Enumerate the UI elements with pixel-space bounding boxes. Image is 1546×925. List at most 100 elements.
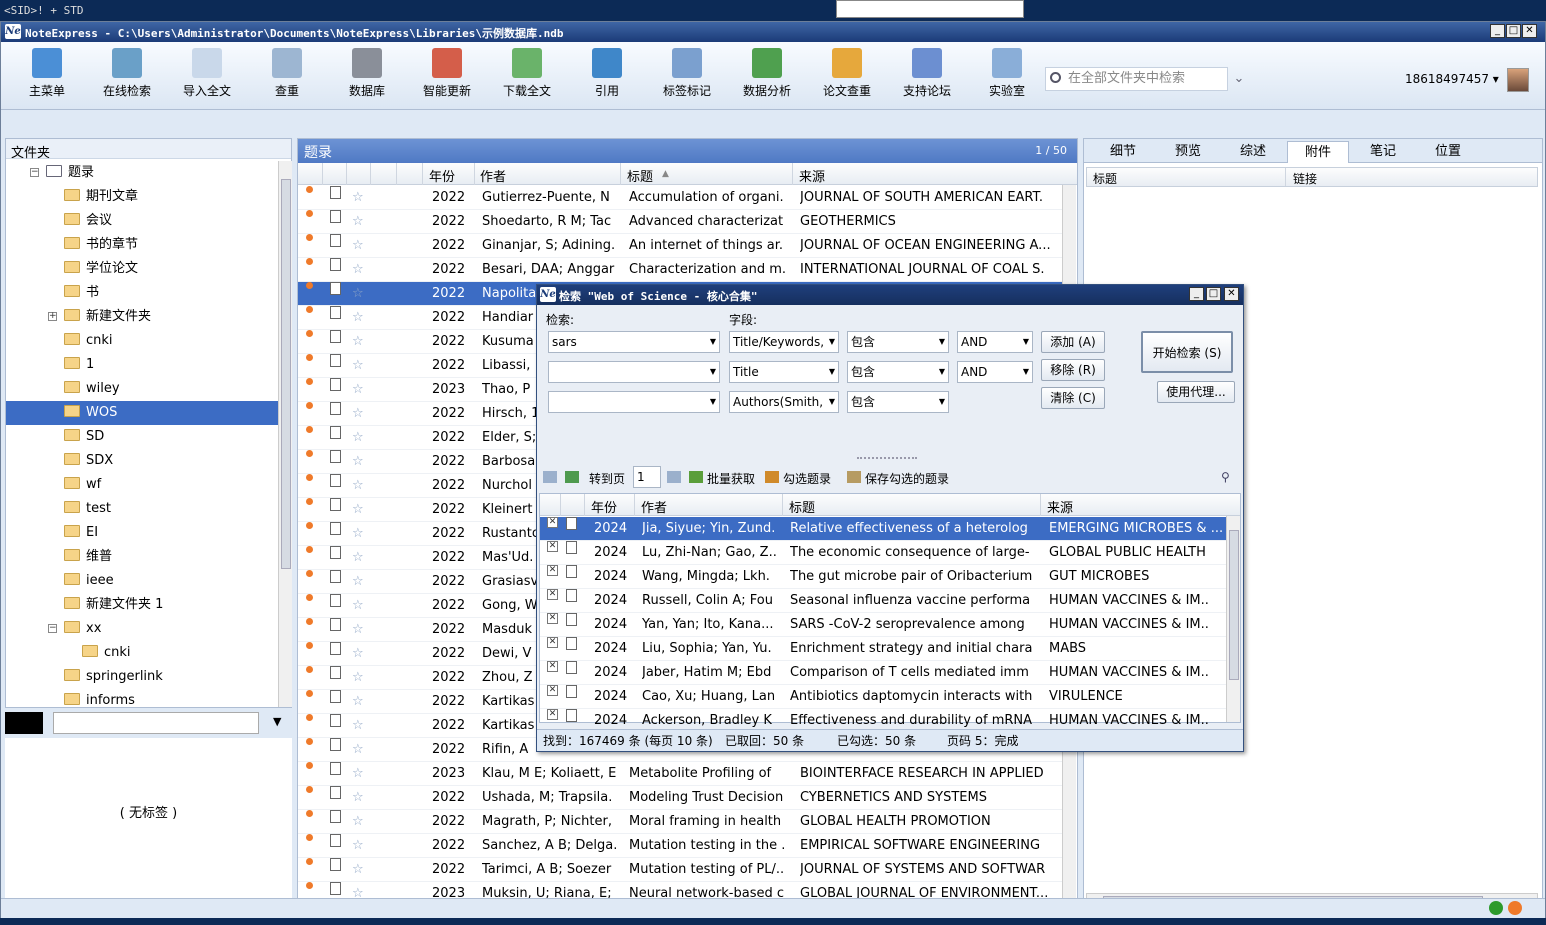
result-column-year[interactable]: 年份 (591, 497, 617, 516)
star-icon[interactable]: ☆ (352, 786, 364, 810)
tab-1[interactable]: 预览 (1157, 141, 1219, 163)
table-row[interactable]: ☆ 2022 Ushada, M; Trapsila. Modeling Trust … (298, 786, 1062, 810)
star-icon[interactable]: ☆ (352, 330, 364, 354)
page-number-input[interactable]: 1 (633, 466, 661, 488)
star-icon[interactable]: ☆ (352, 450, 364, 474)
row-checkbox[interactable]: ✕ (547, 589, 558, 600)
batch-fetch-button[interactable]: 批量获取 (707, 470, 755, 487)
tab-5[interactable]: 位置 (1417, 141, 1479, 163)
table-row[interactable]: ☆ 2022 Shoedarto, R M; Tac Advanced charact… (298, 210, 1062, 234)
toolbar-button-9[interactable]: 数据分析 (735, 48, 799, 99)
check-records-button[interactable]: 勾选题录 (783, 470, 831, 487)
toolbar-button-2[interactable]: 导入全文 (175, 48, 239, 99)
tree-item[interactable]: + 新建文件夹 (6, 305, 278, 329)
result-row[interactable]: ✕ 2024 Yan, Yan; Ito, Kana... SARS -CoV-2 s… (540, 613, 1226, 637)
check-records-icon[interactable] (765, 471, 779, 483)
toolbar-button-1[interactable]: 在线检索 (95, 48, 159, 99)
result-column-source[interactable]: 来源 (1047, 497, 1073, 516)
tree-item[interactable]: 书的章节 (6, 233, 278, 257)
search-term-input[interactable]: sars ▼ (548, 331, 720, 353)
tree-item[interactable]: cnki (6, 641, 278, 665)
star-icon[interactable]: ☆ (352, 426, 364, 450)
search-term-input[interactable]: ▼ (548, 361, 720, 383)
star-icon[interactable]: ☆ (352, 234, 364, 258)
star-icon[interactable]: ☆ (352, 474, 364, 498)
field-select[interactable]: Title ▼ (729, 361, 839, 383)
goto-page-icon[interactable] (565, 471, 579, 483)
minimize-button[interactable]: _ (1490, 24, 1505, 38)
expand-toggle-icon[interactable]: + (48, 312, 57, 321)
dialog-maximize-button[interactable]: □ (1206, 287, 1221, 301)
logic-select[interactable]: AND ▼ (957, 361, 1033, 383)
expand-toggle-icon[interactable]: − (48, 624, 57, 633)
row-checkbox[interactable]: ✕ (547, 685, 558, 696)
attachment-column-link[interactable]: 链接 (1293, 170, 1317, 187)
star-icon[interactable]: ☆ (352, 666, 364, 690)
result-row[interactable]: ✕ 2024 Lu, Zhi-Nan; Gao, Z.. The economic c… (540, 541, 1226, 565)
tree-item[interactable]: springerlink (6, 665, 278, 689)
logic-select[interactable]: AND ▼ (957, 331, 1033, 353)
tab-0[interactable]: 细节 (1092, 141, 1154, 163)
tab-3[interactable]: 附件 (1287, 141, 1349, 163)
save-checked-button[interactable]: 保存勾选的题录 (865, 470, 949, 487)
toolbar-button-10[interactable]: 论文查重 (815, 48, 879, 99)
star-icon[interactable]: ☆ (352, 258, 364, 282)
table-row[interactable]: ☆ 2022 Besari, DAA; Anggar Characterization… (298, 258, 1062, 282)
toolbar-button-0[interactable]: 主菜单 (15, 48, 79, 99)
star-icon[interactable]: ☆ (352, 306, 364, 330)
star-icon[interactable]: ☆ (352, 210, 364, 234)
column-source[interactable]: 来源 (799, 166, 825, 185)
prev-page-icon[interactable] (543, 471, 557, 483)
table-row[interactable]: ☆ 2022 Ginanjar, S; Adining. An internet of… (298, 234, 1062, 258)
tree-item[interactable]: − xx (6, 617, 278, 641)
tag-dropdown-chevron-icon[interactable]: ▼ (273, 715, 281, 728)
tree-item[interactable]: − 题录 (6, 161, 278, 185)
clear-button[interactable]: 清除 (C) (1041, 387, 1105, 409)
avatar[interactable] (1507, 68, 1529, 92)
result-row[interactable]: ✕ 2024 Liu, Sophia; Yan, Yu. Enrichment str… (540, 637, 1226, 661)
tree-item[interactable]: 维普 (6, 545, 278, 569)
toolbar-button-8[interactable]: 标签标记 (655, 48, 719, 99)
tree-item[interactable]: SD (6, 425, 278, 449)
table-row[interactable]: ☆ 2022 Gutierrez-Puente, N Accumulation of … (298, 186, 1062, 210)
next-page-icon[interactable] (667, 471, 681, 483)
star-icon[interactable]: ☆ (352, 402, 364, 426)
table-row[interactable]: ☆ 2023 Klau, M E; Koliaett, E Metabolite Pr… (298, 762, 1062, 786)
star-icon[interactable]: ☆ (352, 378, 364, 402)
tree-item[interactable]: wiley (6, 377, 278, 401)
status-sync-icon[interactable] (1508, 901, 1522, 915)
star-icon[interactable]: ☆ (352, 810, 364, 834)
column-title[interactable]: 标题 (627, 166, 653, 185)
row-checkbox[interactable]: ✕ (547, 709, 558, 720)
start-search-button[interactable]: 开始检索 (S) (1141, 331, 1233, 373)
tree-item[interactable]: WOS (6, 401, 278, 425)
tree-item[interactable]: 书 (6, 281, 278, 305)
star-icon[interactable]: ☆ (352, 354, 364, 378)
tab-2[interactable]: 综述 (1222, 141, 1284, 163)
star-icon[interactable]: ☆ (352, 714, 364, 738)
star-icon[interactable]: ☆ (352, 618, 364, 642)
use-proxy-button[interactable]: 使用代理... (1157, 381, 1235, 403)
star-icon[interactable]: ☆ (352, 498, 364, 522)
result-row[interactable]: ✕ 2024 Wang, Mingda; Lkh. The gut microbe p… (540, 565, 1226, 589)
result-row[interactable]: ✕ 2024 Cao, Xu; Huang, Lan Antibiotics dapt… (540, 685, 1226, 709)
star-icon[interactable]: ☆ (352, 690, 364, 714)
toolbar-button-7[interactable]: 引用 (575, 48, 639, 99)
expand-toggle-icon[interactable]: − (30, 168, 39, 177)
tree-item[interactable]: cnki (6, 329, 278, 353)
star-icon[interactable]: ☆ (352, 858, 364, 882)
column-author[interactable]: 作者 (480, 166, 506, 185)
row-checkbox[interactable]: ✕ (547, 613, 558, 624)
search-settings-icon[interactable]: ⚲ (1221, 470, 1230, 484)
user-account[interactable]: 18618497457 ▾ (1405, 72, 1499, 86)
goto-page-label[interactable]: 转到页 (589, 470, 625, 487)
field-select[interactable]: Title/Keywords, ▼ (729, 331, 839, 353)
field-select[interactable]: Authors(Smith, ▼ (729, 391, 839, 413)
scroll-thumb[interactable] (1229, 530, 1239, 680)
star-icon[interactable]: ☆ (352, 834, 364, 858)
dialog-minimize-button[interactable]: _ (1189, 287, 1204, 301)
tree-item[interactable]: wf (6, 473, 278, 497)
column-year[interactable]: 年份 (429, 166, 455, 185)
star-icon[interactable]: ☆ (352, 738, 364, 762)
star-icon[interactable]: ☆ (352, 570, 364, 594)
